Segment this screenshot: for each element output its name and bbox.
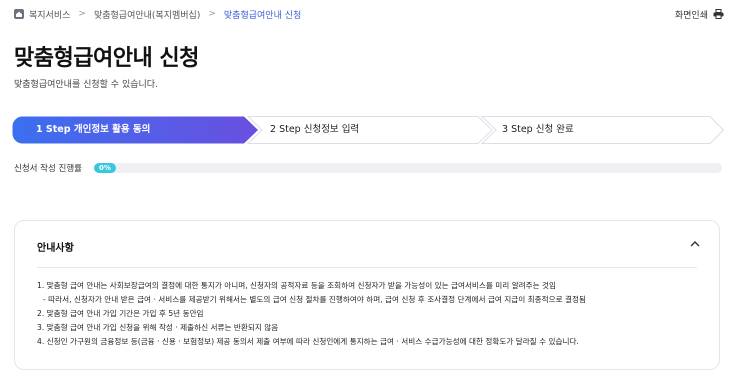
notice-list: 1. 맞춤형 급여 안내는 사회보장급여의 결정에 대한 통지가 아니며, 신청…: [37, 279, 709, 349]
page-subtitle: 맞춤형급여안내를 신청할 수 있습니다.: [14, 80, 158, 90]
progress-value: 0%: [99, 164, 111, 172]
step-1-label: 1 Step 개인정보 활용 동의: [36, 124, 151, 135]
home-icon[interactable]: [14, 9, 24, 19]
breadcrumb-separator: >: [208, 9, 216, 19]
printer-icon: [713, 9, 724, 19]
page-title: 맞춤형급여안내 신청: [14, 46, 199, 71]
notice-title: 안내사항: [37, 243, 74, 254]
step-indicator: 1 Step 개인정보 활용 동의 2 Step 신청정보 입력 3 Step …: [12, 116, 724, 144]
breadcrumb-separator: >: [78, 9, 86, 19]
print-button[interactable]: 화면인쇄: [675, 8, 724, 21]
notice-item: 2. 맞춤형 급여 안내 가입 기간은 가입 후 5년 동안임: [37, 309, 204, 318]
print-label: 화면인쇄: [674, 10, 708, 21]
breadcrumb: 복지서비스 > 맞춤형급여안내(복지멤버십) > 맞춤형급여안내 신청: [14, 8, 301, 21]
top-bar: 복지서비스 > 맞춤형급여안내(복지멤버십) > 맞춤형급여안내 신청 화면인쇄: [14, 6, 724, 22]
breadcrumb-item-current: 맞춤형급여안내 신청: [223, 10, 302, 21]
notice-item: 1. 맞춤형 급여 안내는 사회보장급여의 결정에 대한 통지가 아니며, 신청…: [37, 281, 557, 290]
step-2-label: 2 Step 신청정보 입력: [270, 124, 360, 135]
breadcrumb-item-custom-benefit[interactable]: 맞춤형급여안내(복지멤버십): [94, 8, 200, 21]
divider: [37, 267, 697, 268]
progress-label: 신청서 작성 진행률: [14, 164, 82, 174]
notice-panel: 안내사항 1. 맞춤형 급여 안내는 사회보장급여의 결정에 대한 통지가 아니…: [14, 220, 720, 370]
notice-item: 4. 신청인 가구원의 금융정보 등(금융 · 신용 · 보험정보) 제공 동의…: [37, 337, 579, 346]
progress-bar: 0%: [93, 163, 722, 173]
notice-item: 3. 맞춤형 급여 안내 가입 신청을 위해 작성 · 제출하신 서류는 반환되…: [37, 323, 279, 332]
step-3-label: 3 Step 신청 완료: [502, 124, 574, 135]
notice-item: - 따라서, 신청자가 안내 받은 급여 · 서비스를 제공받기 위해서는 별도…: [43, 295, 586, 304]
progress-row: 신청서 작성 진행률 0%: [14, 162, 722, 174]
chevron-up-icon[interactable]: [689, 239, 701, 249]
breadcrumb-item-welfare-service[interactable]: 복지서비스: [29, 8, 70, 21]
